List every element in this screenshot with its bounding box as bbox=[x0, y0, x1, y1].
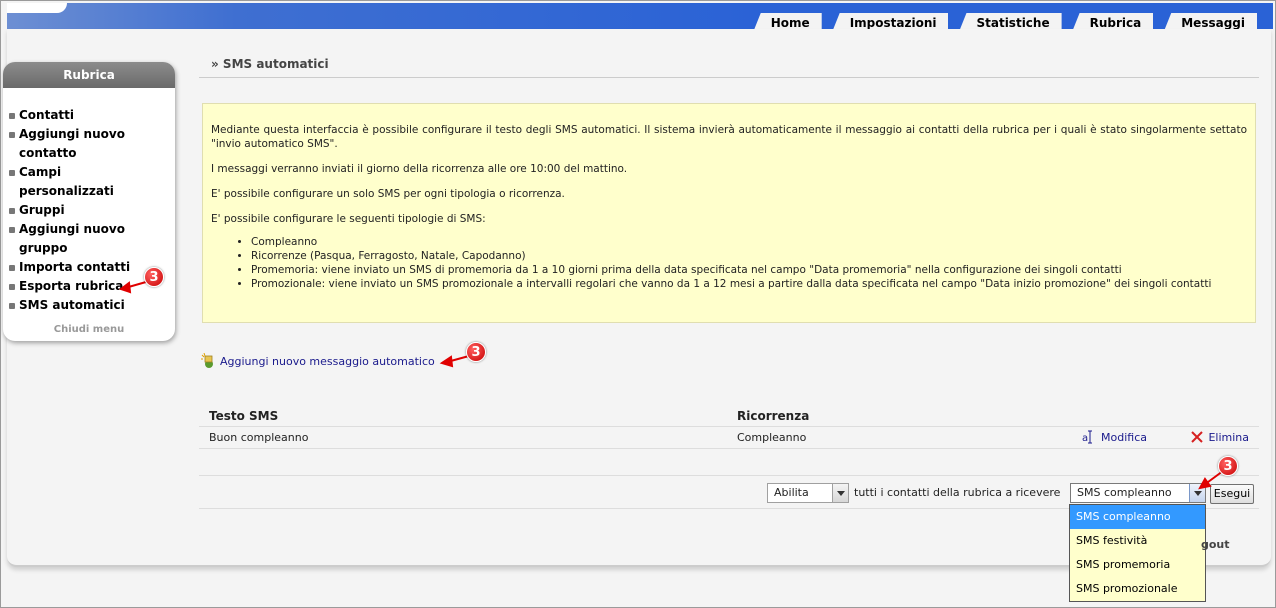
cell-testo: Buon compleanno bbox=[209, 431, 309, 444]
sidebar: Rubrica Contatti Aggiungi nuovo contatto… bbox=[3, 62, 175, 341]
bullet-icon bbox=[9, 170, 15, 176]
title-divider bbox=[199, 77, 1259, 78]
bullet-icon bbox=[9, 132, 15, 138]
sidebar-item-label: Gruppi bbox=[19, 203, 65, 217]
bullet-icon bbox=[9, 227, 15, 233]
sidebar-item-label: Campi personalizzati bbox=[19, 165, 114, 198]
bullet-icon bbox=[9, 208, 15, 214]
sms-type-item: Ricorrenze (Pasqua, Ferragosto, Natale, … bbox=[251, 249, 1247, 263]
sidebar-item-importa-contatti[interactable]: Importa contatti bbox=[9, 258, 159, 277]
sms-type-item: Promemoria: viene inviato un SMS di prom… bbox=[251, 263, 1247, 277]
sidebar-item-gruppi[interactable]: Gruppi bbox=[9, 201, 159, 220]
sidebar-item-label: Aggiungi nuovo gruppo bbox=[19, 222, 125, 255]
browser-window: Home Impostazioni Statistiche Rubrica Me… bbox=[0, 0, 1276, 608]
info-paragraph: Mediante questa interfaccia è possibile … bbox=[211, 124, 1247, 150]
sms-type-item: Compleanno bbox=[251, 235, 1247, 249]
page-title: » SMS automatici bbox=[211, 57, 329, 71]
chevron-down-icon[interactable] bbox=[1189, 484, 1205, 502]
action-description: tutti i contatti della rubrica a ricever… bbox=[854, 486, 1061, 499]
info-box: Mediante questa interfaccia è possibile … bbox=[202, 103, 1256, 323]
info-paragraph: E' possibile configurare un solo SMS per… bbox=[211, 188, 565, 200]
dropdown-option[interactable]: SMS compleanno bbox=[1070, 505, 1205, 529]
sms-type-item: Promozionale: viene inviato un SMS promo… bbox=[251, 277, 1247, 291]
sidebar-item-contatti[interactable]: Contatti bbox=[9, 106, 159, 125]
sidebar-item-label: Contatti bbox=[19, 108, 75, 122]
action-select[interactable]: Abilita bbox=[767, 483, 849, 503]
sms-type-select[interactable]: SMS compleanno bbox=[1070, 483, 1206, 503]
sidebar-item-campi-personalizzati[interactable]: Campi personalizzati bbox=[9, 163, 159, 201]
top-header-bar: Home Impostazioni Statistiche Rubrica Me… bbox=[7, 3, 1273, 33]
delete-link[interactable]: Elimina bbox=[1190, 430, 1249, 444]
delete-icon bbox=[1191, 431, 1204, 443]
action-select-value: Abilita bbox=[774, 486, 809, 499]
sidebar-item-label: Importa contatti bbox=[19, 260, 131, 274]
sidebar-item-sms-automatici[interactable]: SMS automatici bbox=[9, 296, 159, 315]
edit-link[interactable]: a Modifica bbox=[1082, 430, 1147, 444]
edit-label: Modifica bbox=[1101, 430, 1147, 444]
sms-type-dropdown: SMS compleanno SMS festività SMS promemo… bbox=[1069, 504, 1206, 602]
sidebar-item-aggiungi-contatto[interactable]: Aggiungi nuovo contatto bbox=[9, 125, 159, 163]
chevron-down-icon[interactable] bbox=[832, 484, 848, 502]
dropdown-option[interactable]: SMS promozionale bbox=[1070, 577, 1205, 601]
bullet-icon bbox=[9, 113, 15, 119]
add-link-label: Aggiungi nuovo messaggio automatico bbox=[220, 354, 435, 368]
annotation-marker: 3 bbox=[144, 267, 164, 287]
sidebar-item-label: Esporta rubrica bbox=[19, 279, 124, 293]
table-header-row: Testo SMS Ricorrenza bbox=[199, 405, 1259, 427]
dropdown-option[interactable]: SMS promemoria bbox=[1070, 553, 1205, 577]
bullet-icon bbox=[9, 265, 15, 271]
delete-label: Elimina bbox=[1208, 430, 1249, 444]
close-menu-link[interactable]: Chiudi menu bbox=[3, 324, 175, 335]
add-message-icon bbox=[200, 352, 216, 369]
bullet-icon bbox=[9, 303, 15, 309]
sidebar-title: Rubrica bbox=[3, 62, 175, 88]
column-header-testo: Testo SMS bbox=[209, 409, 279, 423]
sidebar-item-aggiungi-gruppo[interactable]: Aggiungi nuovo gruppo bbox=[9, 220, 159, 258]
sms-table: Testo SMS Ricorrenza Buon compleanno Com… bbox=[199, 405, 1259, 449]
sms-types-list: Compleanno Ricorrenze (Pasqua, Ferragost… bbox=[251, 235, 1247, 291]
dropdown-option[interactable]: SMS festività bbox=[1070, 529, 1205, 553]
sms-type-select-value: SMS compleanno bbox=[1077, 486, 1172, 499]
info-paragraph: E' possibile configurare le seguenti tip… bbox=[211, 213, 486, 225]
sidebar-item-esporta-rubrica[interactable]: Esporta rubrica bbox=[9, 277, 159, 296]
info-paragraph: I messaggi verranno inviati il giorno de… bbox=[211, 163, 628, 175]
sidebar-item-label: Aggiungi nuovo contatto bbox=[19, 127, 125, 160]
execute-button[interactable]: Esegui bbox=[1210, 484, 1254, 504]
column-header-ricorrenza: Ricorrenza bbox=[737, 409, 810, 423]
edit-icon: a bbox=[1082, 430, 1093, 444]
annotation-marker: 3 bbox=[1218, 456, 1238, 476]
bullet-icon bbox=[9, 284, 15, 290]
table-row: Buon compleanno Compleanno a Modifica El… bbox=[199, 427, 1259, 449]
add-auto-message-link[interactable]: Aggiungi nuovo messaggio automatico bbox=[200, 352, 435, 369]
cell-ricorrenza: Compleanno bbox=[737, 431, 807, 444]
annotation-marker: 3 bbox=[466, 342, 486, 362]
logout-link[interactable]: gout bbox=[1201, 538, 1230, 551]
svg-text:a: a bbox=[1082, 433, 1088, 444]
logo-corner bbox=[7, 3, 67, 13]
sidebar-item-label: SMS automatici bbox=[19, 298, 125, 312]
